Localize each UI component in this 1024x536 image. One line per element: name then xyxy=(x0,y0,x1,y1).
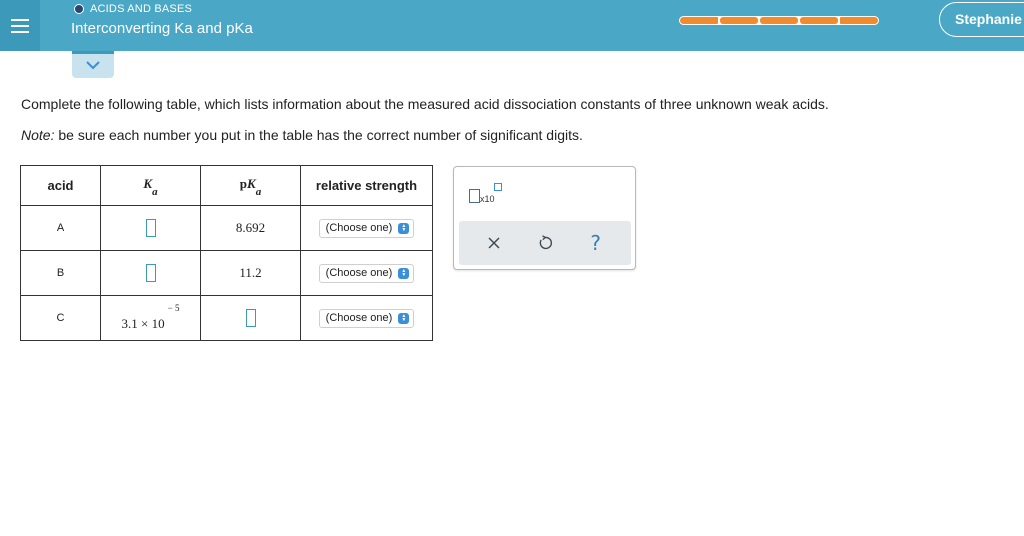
clear-button[interactable] xyxy=(482,231,506,255)
select-value: (Choose one) xyxy=(325,267,393,280)
scientific-notation-button[interactable]: x10 xyxy=(469,183,509,207)
ka-answer-input[interactable] xyxy=(145,218,156,237)
pka-value: 8.692 xyxy=(200,205,301,251)
page-title: Interconverting Ka and pKa xyxy=(71,20,253,37)
progress-segment xyxy=(800,17,838,24)
x10-icon xyxy=(469,189,480,203)
header-pka: pKa xyxy=(200,165,301,206)
select-value: (Choose one) xyxy=(325,312,393,325)
topic-label: ACIDS AND BASES xyxy=(74,3,192,15)
progress-segment xyxy=(720,17,758,24)
select-arrows-icon: ▲ ▼ xyxy=(398,312,410,324)
table-row: C 3.1 × 10− 5 (Choose one) ▲ ▼ xyxy=(20,295,433,341)
pka-subscript: a xyxy=(255,185,262,198)
strength-select[interactable]: (Choose one) ▲ ▼ xyxy=(318,263,415,283)
header-relative-strength: relative strength xyxy=(300,165,433,206)
tool-actions-bar: ? xyxy=(459,221,631,265)
ka-cell xyxy=(100,205,201,251)
progress-segment xyxy=(680,17,718,24)
strength-cell: (Choose one) ▲ ▼ xyxy=(300,205,433,251)
question-note: Note: be sure each number you put in the… xyxy=(21,127,583,143)
ka-times: × xyxy=(141,316,149,332)
ka-exponent: − 5 xyxy=(167,302,180,313)
progress-segment xyxy=(760,17,798,24)
exponent-box-icon xyxy=(494,183,502,191)
topic-dot-icon xyxy=(74,4,84,14)
progress-segment xyxy=(840,17,878,24)
chevron-down-icon xyxy=(86,60,100,69)
ka-subscript: a xyxy=(152,185,158,198)
undo-icon xyxy=(539,235,553,250)
menu-button[interactable] xyxy=(0,0,40,51)
question-prompt: Complete the following table, which list… xyxy=(21,96,829,112)
x10-label: x10 xyxy=(480,194,495,204)
table-row: B 11.2 (Choose one) ▲ ▼ xyxy=(20,250,433,296)
collapse-button[interactable] xyxy=(72,51,114,78)
note-label: Note: xyxy=(21,127,55,143)
strength-select[interactable]: (Choose one) ▲ ▼ xyxy=(318,218,415,238)
strength-cell: (Choose one) ▲ ▼ xyxy=(300,250,433,296)
strength-select[interactable]: (Choose one) ▲ ▼ xyxy=(318,308,415,328)
select-arrows-icon: ▲ ▼ xyxy=(398,222,410,234)
user-menu-button[interactable]: Stephanie xyxy=(939,2,1024,37)
progress-bar xyxy=(679,16,879,25)
pka-answer-input[interactable] xyxy=(245,308,256,327)
math-tool-panel: x10 ? xyxy=(453,166,636,270)
ka-answer-input[interactable] xyxy=(145,263,156,282)
acid-table: acid Ka pKa relative strength A 8.692 (C… xyxy=(20,165,433,341)
ka-symbol: K xyxy=(143,176,153,192)
header-acid: acid xyxy=(20,165,101,206)
pka-prefix: p xyxy=(239,176,248,192)
help-icon: ? xyxy=(590,231,601,255)
acid-name: B xyxy=(20,250,101,296)
select-value: (Choose one) xyxy=(325,222,393,235)
top-bar: ACIDS AND BASES Interconverting Ka and p… xyxy=(0,0,1024,51)
undo-button[interactable] xyxy=(533,231,557,255)
pka-symbol: K xyxy=(247,176,256,192)
topic-text: ACIDS AND BASES xyxy=(90,3,193,15)
pka-value: 11.2 xyxy=(200,250,301,296)
pka-cell xyxy=(200,295,301,341)
select-arrows-icon: ▲ ▼ xyxy=(398,267,410,279)
close-icon xyxy=(488,237,500,249)
ka-scientific-value: 3.1 × 10− 5 xyxy=(121,303,180,332)
strength-cell: (Choose one) ▲ ▼ xyxy=(300,295,433,341)
help-button[interactable]: ? xyxy=(584,231,608,255)
ka-cell xyxy=(100,250,201,296)
ka-base: 10 xyxy=(151,316,165,332)
ka-value: 3.1 × 10− 5 xyxy=(100,295,201,341)
note-text: be sure each number you put in the table… xyxy=(54,127,583,143)
header-ka: Ka xyxy=(100,165,201,206)
acid-name: A xyxy=(20,205,101,251)
ka-mantissa: 3.1 xyxy=(121,316,138,332)
hamburger-icon xyxy=(11,18,29,21)
table-row: A 8.692 (Choose one) ▲ ▼ xyxy=(20,205,433,251)
acid-name: C xyxy=(20,295,101,341)
